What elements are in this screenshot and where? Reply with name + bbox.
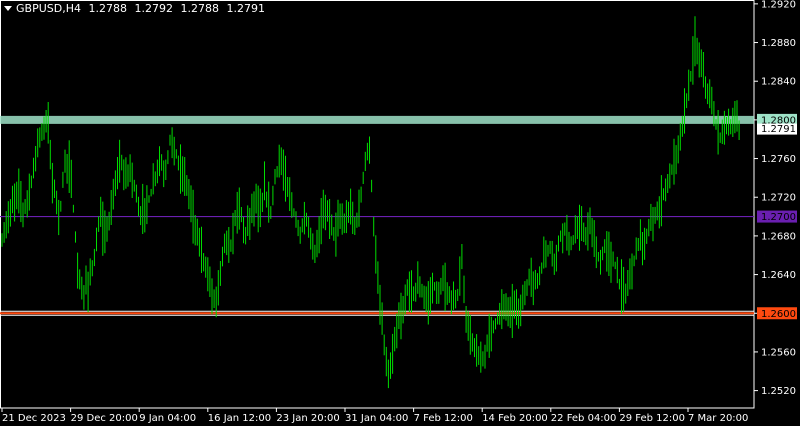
current-price-label: 1.2791 [761, 124, 796, 135]
open-value: 1.2788 [88, 2, 127, 15]
x-tick-label: 14 Feb 20:00 [482, 413, 548, 424]
symbol-timeframe: GBPUSD,H4 [16, 2, 81, 15]
x-tick-label: 23 Jan 20:00 [276, 413, 339, 424]
y-tick-label: 1.2640 [761, 270, 796, 281]
y-tick-label: 1.2560 [761, 347, 796, 358]
x-tick-label: 29 Dec 20:00 [71, 413, 138, 424]
ohlc-readout: GBPUSD,H4 1.2788 1.2792 1.2788 1.2791 [16, 2, 269, 15]
x-tick-label: 9 Jan 04:00 [139, 413, 196, 424]
x-tick-label: 29 Feb 12:00 [619, 413, 685, 424]
x-tick-label: 22 Feb 04:00 [551, 413, 617, 424]
level-band-1-2800[interactable] [0, 115, 754, 124]
x-tick-label: 7 Feb 12:00 [414, 413, 473, 424]
chart-header: GBPUSD,H4 1.2788 1.2792 1.2788 1.2791 [4, 2, 269, 15]
level-price-label: 1.2700 [761, 212, 796, 223]
low-value: 1.2788 [180, 2, 219, 15]
y-tick-label: 1.2680 [761, 231, 796, 242]
dropdown-triangle-icon[interactable] [4, 6, 12, 11]
close-value: 1.2791 [226, 2, 265, 15]
y-tick-label: 1.2840 [761, 77, 796, 88]
price-chart[interactable]: 1.29201.28801.28401.28001.27601.27201.26… [0, 0, 800, 426]
y-tick-label: 1.2880 [761, 38, 796, 49]
high-value: 1.2792 [134, 2, 173, 15]
x-tick-label: 16 Jan 12:00 [208, 413, 271, 424]
y-tick-label: 1.2720 [761, 193, 796, 204]
y-tick-label: 1.2760 [761, 154, 796, 165]
y-tick-label: 1.2520 [761, 386, 796, 397]
x-tick-label: 31 Jan 04:00 [345, 413, 408, 424]
x-tick-label: 7 Mar 20:00 [688, 413, 748, 424]
y-tick-label: 1.2920 [761, 0, 796, 10]
x-tick-label: 21 Dec 2023 [2, 413, 66, 424]
level-price-label: 1.2600 [761, 309, 796, 320]
